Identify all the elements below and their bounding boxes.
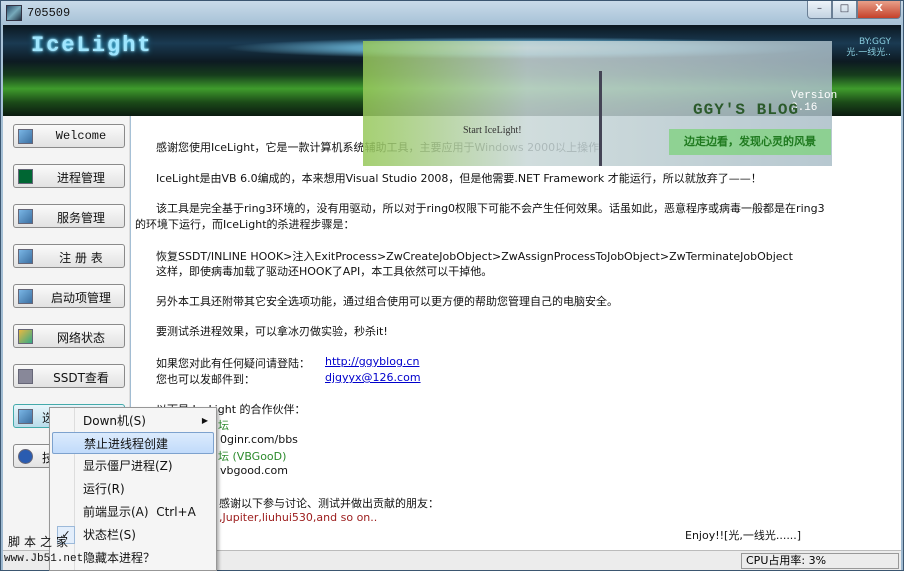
windmill-image (599, 71, 602, 166)
app-logo: IceLight (31, 33, 153, 58)
sidebar-item-process[interactable]: 进程管理 (13, 164, 125, 188)
email-link[interactable]: djgyyx@126.com (325, 371, 421, 384)
picture-icon (18, 129, 33, 144)
sidebar-item-services[interactable]: 服务管理 (13, 204, 125, 228)
services-icon (18, 209, 33, 224)
menu-item-run[interactable]: 运行(R) (52, 478, 214, 500)
thanks-heading: 感谢以下参与讨论、测试并做出贡献的朋友： (219, 497, 439, 510)
close-button[interactable]: X (857, 1, 901, 19)
options-icon (18, 409, 33, 424)
blog-slogan: 边走边看，发现心灵的风景 (669, 129, 831, 155)
ssdt-icon (18, 369, 33, 384)
banner-by: BY:GGY (858, 37, 891, 47)
sidebar-item-ssdt[interactable]: SSDT查看 (13, 364, 125, 388)
blog-title: GGY'S BLOG (693, 101, 800, 119)
sidebar-item-label: 注 册 表 (59, 251, 103, 265)
test-text: 要测试杀进程效果，可以拿冰刃做实验，秒杀it! (156, 325, 388, 338)
contact-label: 如果您对此有任何疑问请登陆： (156, 357, 310, 370)
enjoy-text: Enjoy!![光,一线光......] (685, 529, 802, 542)
menu-item-zombie[interactable]: 显示僵尸进程(Z) (52, 455, 214, 477)
monitor-icon (18, 169, 33, 184)
sidebar-item-welcome[interactable]: Welcome (13, 124, 125, 148)
sidebar-item-label: Welcome (55, 129, 107, 143)
sidebar-item-label: 进程管理 (56, 171, 105, 185)
watermark-text: 脚本之家 (8, 535, 73, 549)
blog-splash-overlay: Version 3.16 GGY'S BLOG Start IceLight! … (363, 41, 837, 166)
menu-item-label: 状态栏(S) (83, 528, 136, 542)
banner-author-name: 光.一线光.. (846, 48, 891, 58)
sidebar-item-label: 网络状态 (56, 331, 105, 345)
sidebar-item-label: 服务管理 (56, 211, 105, 225)
partner-1-url[interactable]: 0ginr.com/bbs (220, 433, 298, 446)
maximize-button[interactable]: □ (832, 1, 857, 19)
menu-item-topmost[interactable]: 前端显示(A) Ctrl+A (52, 501, 214, 523)
cpu-usage: CPU占用率: 3% (741, 553, 899, 569)
menu-item-label: 禁止进线程创建 (84, 437, 169, 451)
ring3-text-2: 的环境下运行，而IceLight的杀进程步骤是： (135, 218, 355, 231)
ring3-text: 该工具是完全基于ring3环境的，没有用驱动，所以对于ring0权限下可能不会产… (156, 202, 825, 215)
registry-icon (18, 249, 33, 264)
title-bar: 705509 – □ X (1, 1, 903, 25)
menu-item-label: 前端显示(A) Ctrl+A (83, 505, 196, 519)
network-icon (18, 329, 33, 344)
kill-steps-text-2: 这样，即使病毒加载了驱动还HOOK了API，本工具依然可以干掉他。 (156, 265, 493, 278)
sidebar-item-startup[interactable]: 启动项管理 (13, 284, 125, 308)
start-label: Start IceLight! (463, 125, 522, 136)
partner-1-name: 坛 (218, 419, 229, 432)
blog-link[interactable]: http://ggyblog.cn (325, 355, 419, 368)
menu-item-down[interactable]: Down机(S) ▶ (52, 410, 214, 432)
minimize-button[interactable]: – (807, 1, 832, 19)
build-text: IceLight是由VB 6.0编成的，本来想用Visual Studio 20… (156, 172, 762, 185)
menu-item-label: 运行(R) (83, 482, 125, 496)
sidebar-item-registry[interactable]: 注 册 表 (13, 244, 125, 268)
submenu-arrow-icon: ▶ (201, 416, 208, 425)
friends-list: ,Jupiter,liuhui530,and so on.. (219, 511, 378, 524)
welcome-content: 感谢您使用IceLight，它是一款计算机系统辅助工具，主要应用于Windows… (131, 116, 901, 550)
menu-item-label: Down机(S) (83, 414, 146, 428)
sidebar-item-network[interactable]: 网络状态 (13, 324, 125, 348)
sidebar-item-label: SSDT查看 (53, 371, 109, 385)
watermark-url: www.Jb51.net (4, 553, 84, 565)
startup-icon (18, 289, 33, 304)
partner-2-url[interactable]: vbgood.com (220, 464, 288, 477)
menu-item-label: 显示僵尸进程(Z) (83, 459, 173, 473)
banner-author: BY:GGY 光.一线光.. (846, 37, 891, 59)
menu-item-block-creation[interactable]: 禁止进线程创建 (52, 432, 214, 454)
window-title: 705509 (27, 6, 71, 20)
app-icon (6, 5, 22, 21)
kill-steps-text: 恢复SSDT/INLINE HOOK>注入ExitProcess>ZwCreat… (156, 250, 793, 263)
menu-item-statusbar[interactable]: ✓ 状态栏(S) (52, 524, 214, 546)
partner-2-name: 坛 (VBGooD) (218, 450, 287, 463)
extra-features-text: 另外本工具还附带其它安全选项功能，通过组合使用可以更方便的帮助您管理自己的电脑安… (156, 295, 618, 308)
context-menu: Down机(S) ▶ 禁止进线程创建 显示僵尸进程(Z) 运行(R) 前端显示(A… (49, 407, 217, 571)
help-icon (18, 449, 33, 464)
sidebar-item-label: 启动项管理 (50, 291, 111, 305)
email-label: 您也可以发邮件到： (156, 373, 255, 386)
menu-item-label: 隐藏本进程？ (83, 551, 156, 565)
